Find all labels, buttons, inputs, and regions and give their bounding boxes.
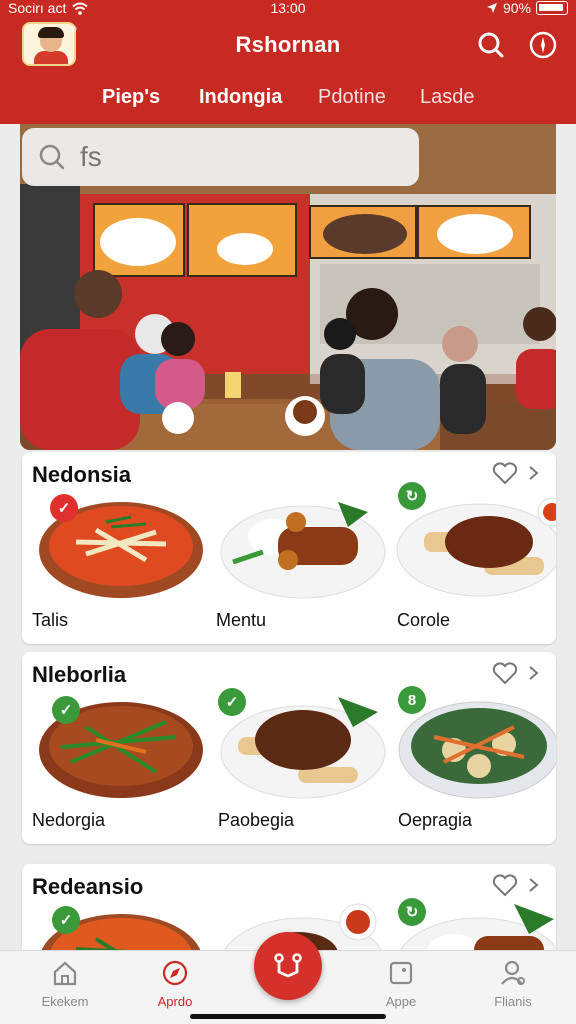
dish-label: Talis [32,610,69,630]
route-icon [274,953,302,978]
search-input[interactable] [80,141,380,173]
check-badge-icon: ✓ [52,696,80,724]
dish-label: Oepragia [398,810,473,830]
tab-pdotine[interactable]: Pdotine [318,86,386,109]
app-header: Socirı act 13:00 90% ® Rshornan Piep's I… [0,0,576,124]
center-action-button[interactable] [254,932,322,1000]
check-badge-icon: ✓ [50,494,78,522]
tab-label: Appe [385,994,417,1009]
section-card[interactable]: Nedonsia ✓ ↻ Talis Mentu Corole [22,452,556,644]
compass-button[interactable] [528,30,558,60]
location-arrow-icon [486,3,497,13]
dish-image[interactable] [218,482,388,602]
search-icon [478,32,504,58]
dish-label: Nedorgia [32,810,106,830]
tab-lasde[interactable]: Lasde [420,86,475,109]
home-icon [53,961,77,986]
search-icon [39,144,65,170]
tab-pieps[interactable]: Piep's [102,86,160,109]
profile-icon [501,960,525,985]
tab-profile[interactable]: Flianis [468,959,558,1009]
dish-label: Paobegia [218,810,295,830]
tab-home[interactable]: Ekekem [20,959,110,1009]
tab-app[interactable]: Appe [356,959,446,1009]
compass-icon [529,31,557,59]
status-bar: Socirı act 13:00 90% [0,0,576,18]
search-bar[interactable] [22,128,419,186]
count-badge-icon: 8 [398,686,426,714]
dish-label: Mentu [216,610,267,630]
tab-explore[interactable]: Aprdo [130,959,220,1009]
check-badge-icon: ✓ [52,906,80,934]
battery-percent: 90% [502,0,531,16]
tab-indongia[interactable]: Indongia [199,86,282,109]
battery-icon [536,1,568,15]
refresh-badge-icon: ↻ [398,898,426,926]
section-card[interactable]: Nleborlia ✓ ✓ 8 Nedorgia Paobegia Oeprag… [22,652,556,844]
home-indicator [190,1014,386,1019]
compass-icon [162,960,188,986]
tab-label: Aprdo [157,994,193,1009]
tab-label: Ekekem [41,994,89,1009]
search-button[interactable] [476,30,506,60]
category-tabs: Piep's Indongia Pdotine Lasde [0,86,576,114]
tab-label: Flianis [494,994,532,1009]
refresh-badge-icon: ↻ [398,482,426,510]
status-right: 90% [486,0,568,16]
dish-label: Corole [397,610,451,630]
app-icon [389,961,413,985]
app-root: Socirı act 13:00 90% ® Rshornan Piep's I… [0,0,576,1024]
check-badge-icon: ✓ [218,688,246,716]
